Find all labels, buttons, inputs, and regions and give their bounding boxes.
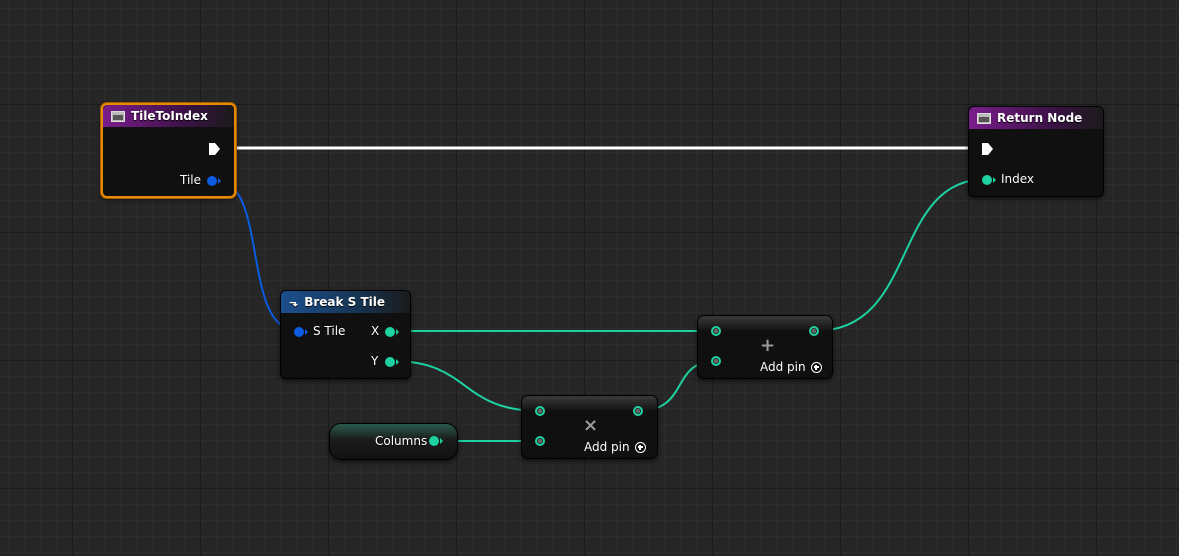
multiply-out-pin[interactable] — [633, 406, 643, 416]
add-add-pin-button[interactable]: Add pin — [760, 360, 822, 374]
index-pin-arrow — [993, 177, 996, 183]
function-icon — [111, 110, 125, 122]
y-pin-arrow — [396, 359, 399, 365]
s-tile-pin-arrow — [305, 329, 308, 335]
multiply-in-a-pin[interactable] — [535, 406, 545, 416]
s-tile-pin-label: S Tile — [313, 324, 346, 338]
return-node-header[interactable]: Return Node — [969, 107, 1103, 129]
wire-layer — [213, 146, 988, 442]
return-node[interactable]: Return Node Index — [968, 106, 1104, 197]
multiply-operator: × — [583, 415, 599, 436]
add-in-b-pin[interactable] — [711, 356, 721, 366]
exec-in-pin[interactable] — [982, 143, 993, 155]
y-out-pin[interactable] — [385, 357, 395, 367]
tile-pin-arrow — [218, 178, 221, 184]
add-out-wire[interactable] — [814, 178, 988, 332]
break-struct-icon: ⬎ — [289, 295, 299, 309]
s-tile-in-pin[interactable] — [294, 327, 304, 337]
columns-label: Columns — [375, 434, 428, 448]
add-node[interactable]: + Add pin — [697, 315, 833, 379]
return-node-title: Return Node — [997, 111, 1083, 125]
add-pin-icon — [634, 441, 646, 453]
tile-to-index-title: TileToIndex — [131, 109, 208, 123]
y-wire[interactable] — [392, 360, 541, 412]
columns-pin-arrow — [440, 438, 443, 444]
x-pin-label: X — [371, 324, 380, 338]
break-s-tile-header[interactable]: ⬎ Break S Tile — [281, 291, 410, 313]
multiply-node[interactable]: × Add pin — [521, 395, 658, 459]
add-out-pin[interactable] — [809, 326, 819, 336]
tile-pin-label: Tile — [180, 173, 202, 187]
index-pin-label: Index — [1001, 172, 1035, 186]
multiply-add-pin-button[interactable]: Add pin — [584, 440, 646, 454]
tile-to-index-header[interactable]: TileToIndex — [103, 105, 234, 127]
x-out-pin[interactable] — [385, 327, 395, 337]
tile-to-index-node[interactable]: TileToIndex Tile — [101, 103, 236, 198]
function-icon — [977, 112, 991, 124]
multiply-add-pin-label: Add pin — [584, 440, 630, 454]
index-pin[interactable] — [982, 175, 992, 185]
break-s-tile-node[interactable]: ⬎ Break S Tile S Tile X Y — [280, 290, 411, 379]
break-s-tile-title: Break S Tile — [304, 295, 386, 309]
add-operator: + — [760, 335, 776, 356]
add-add-pin-label: Add pin — [760, 360, 806, 374]
columns-variable-node[interactable]: Columns — [329, 423, 458, 460]
add-in-a-pin[interactable] — [711, 326, 721, 336]
multiply-in-b-pin[interactable] — [535, 436, 545, 446]
y-pin-label: Y — [371, 354, 379, 368]
x-pin-arrow — [396, 329, 399, 335]
columns-out-pin[interactable] — [429, 436, 439, 446]
exec-out-pin[interactable] — [209, 143, 220, 155]
add-pin-icon — [810, 361, 822, 373]
tile-pin[interactable] — [207, 176, 217, 186]
